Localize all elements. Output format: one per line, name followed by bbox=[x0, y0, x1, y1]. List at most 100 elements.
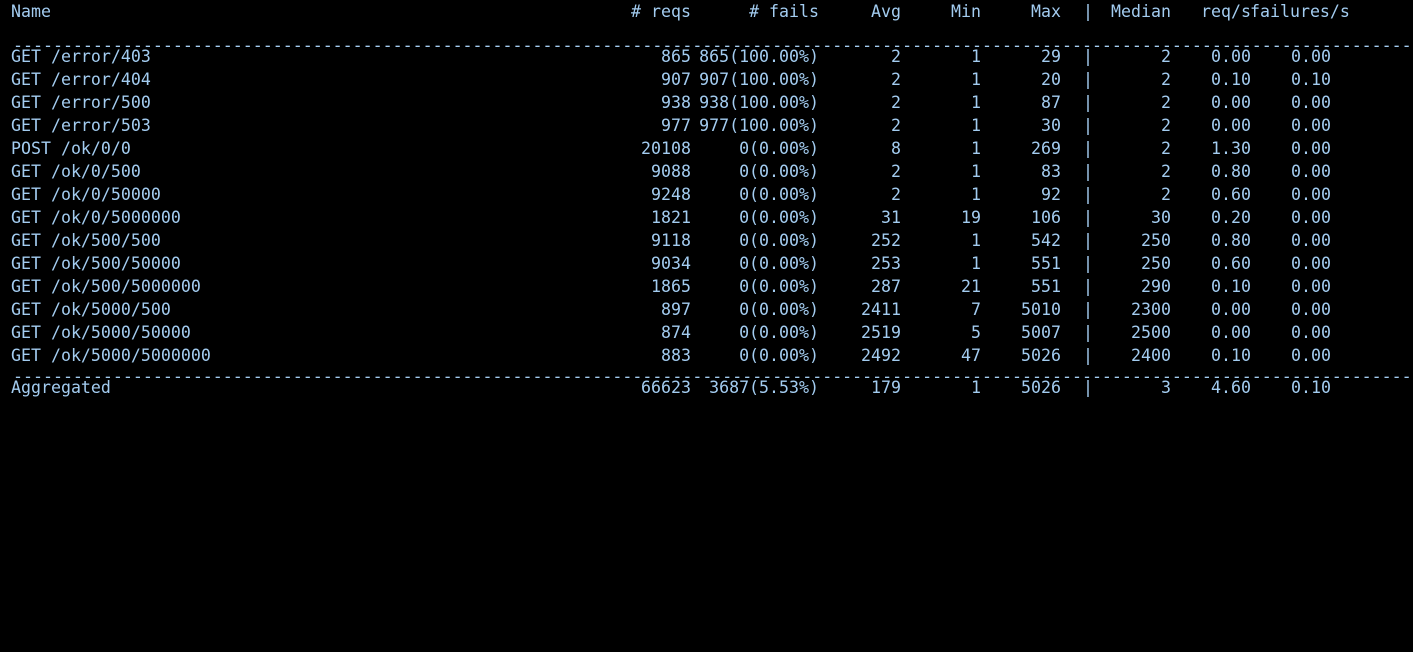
row-min: 1 bbox=[971, 162, 981, 181]
row-separator: | bbox=[1083, 346, 1093, 365]
aggregated-name: Aggregated bbox=[11, 378, 111, 397]
row-reqs: 874 bbox=[661, 323, 691, 342]
row-median: 2 bbox=[1161, 139, 1171, 158]
row-reqs: 907 bbox=[661, 70, 691, 89]
row-median: 2 bbox=[1161, 185, 1171, 204]
stats-table-body: GET /error/403 865 865(100.00%) 2 1 29 | 2 0.00 0… bbox=[11, 45, 1411, 367]
header-fails: # fails bbox=[749, 2, 819, 21]
row-separator: | bbox=[1083, 231, 1093, 250]
row-reqs: 20108 bbox=[641, 139, 691, 158]
row-max: 83 bbox=[1041, 162, 1061, 181]
aggregated-avg: 179 bbox=[871, 378, 901, 397]
row-min: 1 bbox=[971, 116, 981, 135]
row-max: 30 bbox=[1041, 116, 1061, 135]
row-req-per-sec: 0.00 bbox=[1211, 116, 1251, 135]
row-name: GET /ok/0/50000 bbox=[11, 185, 161, 204]
aggregated-req-per-sec: 4.60 bbox=[1211, 378, 1251, 397]
aggregated-row: Aggregated 66623 3687(5.53%) 179 1 5026 … bbox=[11, 376, 1411, 399]
row-separator: | bbox=[1083, 47, 1093, 66]
header-failures-per-sec: failures/s bbox=[1250, 2, 1350, 21]
row-max: 551 bbox=[1031, 254, 1061, 273]
row-avg: 2411 bbox=[861, 300, 901, 319]
header-req-per-sec: req/s bbox=[1201, 2, 1251, 21]
row-avg: 31 bbox=[881, 208, 901, 227]
row-max: 5010 bbox=[1021, 300, 1061, 319]
row-name: GET /ok/500/5000000 bbox=[11, 277, 201, 296]
row-separator: | bbox=[1083, 185, 1093, 204]
row-fails: 0(0.00%) bbox=[739, 323, 819, 342]
header-reqs: # reqs bbox=[631, 2, 691, 21]
row-reqs: 865 bbox=[661, 47, 691, 66]
row-min: 1 bbox=[971, 254, 981, 273]
row-median: 2 bbox=[1161, 70, 1171, 89]
row-name: GET /ok/5000/500 bbox=[11, 300, 171, 319]
row-req-per-sec: 0.80 bbox=[1211, 162, 1251, 181]
row-name: POST /ok/0/0 bbox=[11, 139, 131, 158]
aggregated-failures-per-sec: 0.10 bbox=[1291, 378, 1331, 397]
row-median: 2 bbox=[1161, 47, 1171, 66]
row-fails: 0(0.00%) bbox=[739, 231, 819, 250]
row-name: GET /ok/5000/5000000 bbox=[11, 346, 211, 365]
header-min: Min bbox=[951, 2, 981, 21]
row-separator: | bbox=[1083, 139, 1093, 158]
row-median: 2 bbox=[1161, 162, 1171, 181]
row-name: GET /ok/5000/50000 bbox=[11, 323, 191, 342]
row-failures-per-sec: 0.00 bbox=[1291, 162, 1331, 181]
table-row: POST /ok/0/0 20108 0(0.00%) 8 1 269 | 2 1.30 0.00 bbox=[11, 137, 1411, 160]
row-failures-per-sec: 0.00 bbox=[1291, 93, 1331, 112]
row-name: GET /ok/0/500 bbox=[11, 162, 141, 181]
row-reqs: 9248 bbox=[651, 185, 691, 204]
row-reqs: 9088 bbox=[651, 162, 691, 181]
row-name: GET /error/404 bbox=[11, 70, 151, 89]
aggregated-min: 1 bbox=[971, 378, 981, 397]
table-row: GET /ok/5000/500 897 0(0.00%) 2411 7 5010 | 230… bbox=[11, 298, 1411, 321]
row-max: 5007 bbox=[1021, 323, 1061, 342]
row-failures-per-sec: 0.00 bbox=[1291, 323, 1331, 342]
row-req-per-sec: 0.00 bbox=[1211, 323, 1251, 342]
row-req-per-sec: 0.00 bbox=[1211, 47, 1251, 66]
row-median: 2400 bbox=[1131, 346, 1171, 365]
row-median: 250 bbox=[1141, 254, 1171, 273]
row-fails: 0(0.00%) bbox=[739, 254, 819, 273]
row-min: 1 bbox=[971, 185, 981, 204]
row-max: 5026 bbox=[1021, 346, 1061, 365]
row-req-per-sec: 0.80 bbox=[1211, 231, 1251, 250]
table-row: GET /ok/500/50000 9034 0(0.00%) 253 1 551 | 250… bbox=[11, 252, 1411, 275]
table-row: GET /ok/5000/5000000 883 0(0.00%) 2492 47 502… bbox=[11, 344, 1411, 367]
row-max: 29 bbox=[1041, 47, 1061, 66]
row-req-per-sec: 0.10 bbox=[1211, 277, 1251, 296]
row-min: 1 bbox=[971, 70, 981, 89]
aggregated-median: 3 bbox=[1161, 378, 1171, 397]
row-fails: 865(100.00%) bbox=[699, 47, 819, 66]
row-name: GET /error/500 bbox=[11, 93, 151, 112]
row-fails: 0(0.00%) bbox=[739, 277, 819, 296]
row-avg: 2 bbox=[891, 162, 901, 181]
stats-header-row: Name # reqs # fails Avg Min Max | Median… bbox=[11, 0, 1411, 23]
row-failures-per-sec: 0.00 bbox=[1291, 116, 1331, 135]
row-fails: 0(0.00%) bbox=[739, 185, 819, 204]
row-min: 1 bbox=[971, 231, 981, 250]
row-req-per-sec: 0.60 bbox=[1211, 185, 1251, 204]
row-failures-per-sec: 0.00 bbox=[1291, 47, 1331, 66]
header-median: Median bbox=[1111, 2, 1171, 21]
row-name: GET /ok/500/500 bbox=[11, 231, 161, 250]
terminal-output: Name # reqs # fails Avg Min Max | Median… bbox=[11, 0, 1411, 399]
row-separator: | bbox=[1083, 70, 1093, 89]
row-fails: 0(0.00%) bbox=[739, 139, 819, 158]
header-avg: Avg bbox=[871, 2, 901, 21]
table-row: GET /ok/0/500 9088 0(0.00%) 2 1 83 | 2 0.80 0.00 bbox=[11, 160, 1411, 183]
row-req-per-sec: 0.10 bbox=[1211, 70, 1251, 89]
row-reqs: 977 bbox=[661, 116, 691, 135]
row-separator: | bbox=[1083, 277, 1093, 296]
row-separator: | bbox=[1083, 300, 1093, 319]
row-failures-per-sec: 0.00 bbox=[1291, 254, 1331, 273]
row-separator: | bbox=[1083, 162, 1093, 181]
row-separator: | bbox=[1083, 93, 1093, 112]
aggregated-fails: 3687(5.53%) bbox=[709, 378, 819, 397]
row-median: 30 bbox=[1151, 208, 1171, 227]
row-req-per-sec: 0.60 bbox=[1211, 254, 1251, 273]
table-row: GET /error/503 977 977(100.00%) 2 1 30 | 2 0.00 0… bbox=[11, 114, 1411, 137]
row-separator: | bbox=[1083, 323, 1093, 342]
row-req-per-sec: 1.30 bbox=[1211, 139, 1251, 158]
row-avg: 8 bbox=[891, 139, 901, 158]
